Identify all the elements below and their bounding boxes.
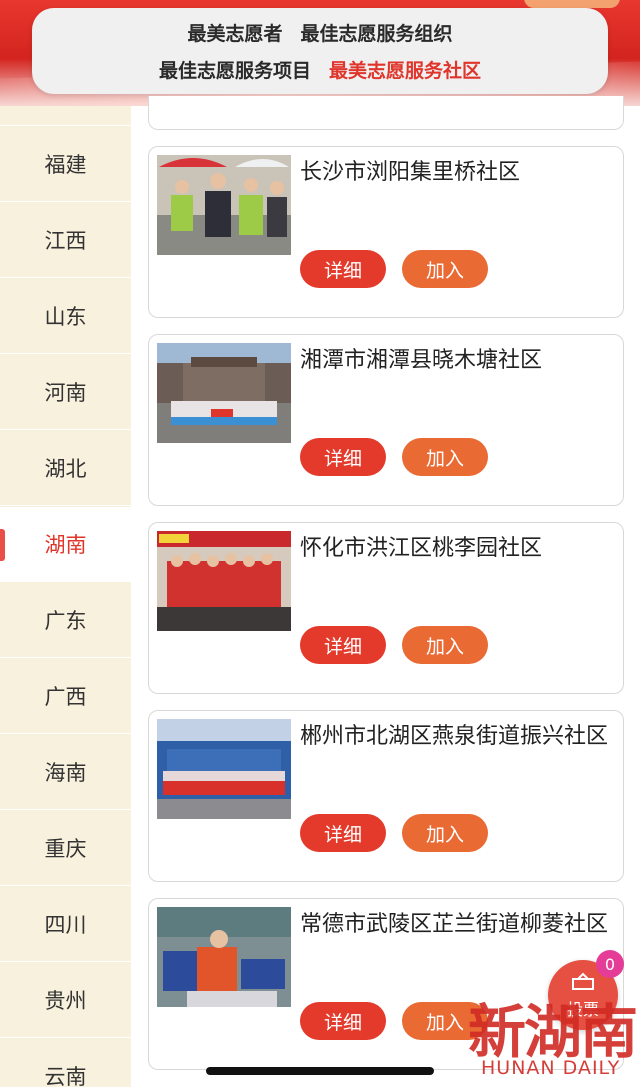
- sidebar-item-yunnan[interactable]: 云南: [0, 1039, 131, 1087]
- sidebar-item-guangxi[interactable]: 广西: [0, 659, 131, 734]
- community-card: 湘潭市湘潭县晓木塘社区 详细 加入: [148, 334, 624, 506]
- community-card: 长沙市浏阳集里桥社区 详细 加入: [148, 146, 624, 318]
- detail-button[interactable]: 详细: [300, 250, 386, 288]
- tab-best-project[interactable]: 最佳志愿服务项目: [159, 56, 311, 83]
- sidebar-item-jiangxi[interactable]: 江西: [0, 203, 131, 278]
- community-photo[interactable]: [157, 531, 291, 631]
- tab-best-community[interactable]: 最美志愿服务社区: [329, 56, 481, 83]
- vote-count-badge: 0: [596, 950, 624, 978]
- category-tabs-row-1: 最美志愿者 最佳志愿服务组织: [32, 19, 608, 46]
- sidebar-item-shandong[interactable]: 山东: [0, 279, 131, 354]
- detail-button[interactable]: 详细: [300, 438, 386, 476]
- community-card: 怀化市洪江区桃李园社区 详细 加入: [148, 522, 624, 694]
- detail-button[interactable]: 详细: [300, 1002, 386, 1040]
- community-title: 湘潭市湘潭县晓木塘社区: [300, 348, 543, 373]
- sidebar-item-hubei[interactable]: 湖北: [0, 431, 131, 506]
- community-photo[interactable]: [157, 907, 291, 1007]
- home-indicator: [206, 1067, 434, 1075]
- sidebar-item-fujian[interactable]: 福建: [0, 127, 131, 202]
- banner-corner-tab: [524, 0, 620, 8]
- community-title: 常德市武陵区芷兰街道柳菱社区: [300, 912, 609, 937]
- community-title: 怀化市洪江区桃李园社区: [300, 536, 543, 561]
- community-photo[interactable]: [157, 719, 291, 819]
- community-card: 郴州市北湖区燕泉街道振兴社区 详细 加入: [148, 710, 624, 882]
- community-title: 郴州市北湖区燕泉街道振兴社区: [300, 724, 609, 749]
- category-tabs: 最美志愿者 最佳志愿服务组织 最佳志愿服务项目 最美志愿服务社区: [32, 8, 608, 94]
- join-button[interactable]: 加入: [402, 626, 488, 664]
- community-title: 长沙市浏阳集里桥社区: [300, 160, 521, 185]
- community-card-partial: [148, 96, 624, 130]
- sidebar-item-hunan[interactable]: 湖南: [0, 507, 131, 582]
- detail-button[interactable]: 详细: [300, 626, 386, 664]
- join-button[interactable]: 加入: [402, 814, 488, 852]
- detail-button[interactable]: 详细: [300, 814, 386, 852]
- tab-best-organization[interactable]: 最佳志愿服务组织: [301, 19, 453, 46]
- tab-best-volunteer[interactable]: 最美志愿者: [187, 19, 282, 46]
- community-photo[interactable]: [157, 343, 291, 443]
- sidebar-item-guizhou[interactable]: 贵州: [0, 963, 131, 1038]
- category-tabs-row-2: 最佳志愿服务项目 最美志愿服务社区: [32, 56, 608, 83]
- sidebar-item-hainan[interactable]: 海南: [0, 735, 131, 810]
- join-button[interactable]: 加入: [402, 438, 488, 476]
- sidebar-item-chongqing[interactable]: 重庆: [0, 811, 131, 886]
- sidebar-item-partial: [0, 106, 131, 126]
- join-button[interactable]: 加入: [402, 250, 488, 288]
- sidebar-item-guangdong[interactable]: 广东: [0, 583, 131, 658]
- sidebar-item-henan[interactable]: 河南: [0, 355, 131, 430]
- sidebar-item-sichuan[interactable]: 四川: [0, 887, 131, 962]
- community-photo[interactable]: [157, 155, 291, 255]
- province-sidebar: 福建 江西 山东 河南 湖北 湖南 广东 广西 海南 重庆 四川 贵州 云南: [0, 106, 131, 1087]
- watermark-subtitle: HUNAN DAILY: [481, 1057, 621, 1079]
